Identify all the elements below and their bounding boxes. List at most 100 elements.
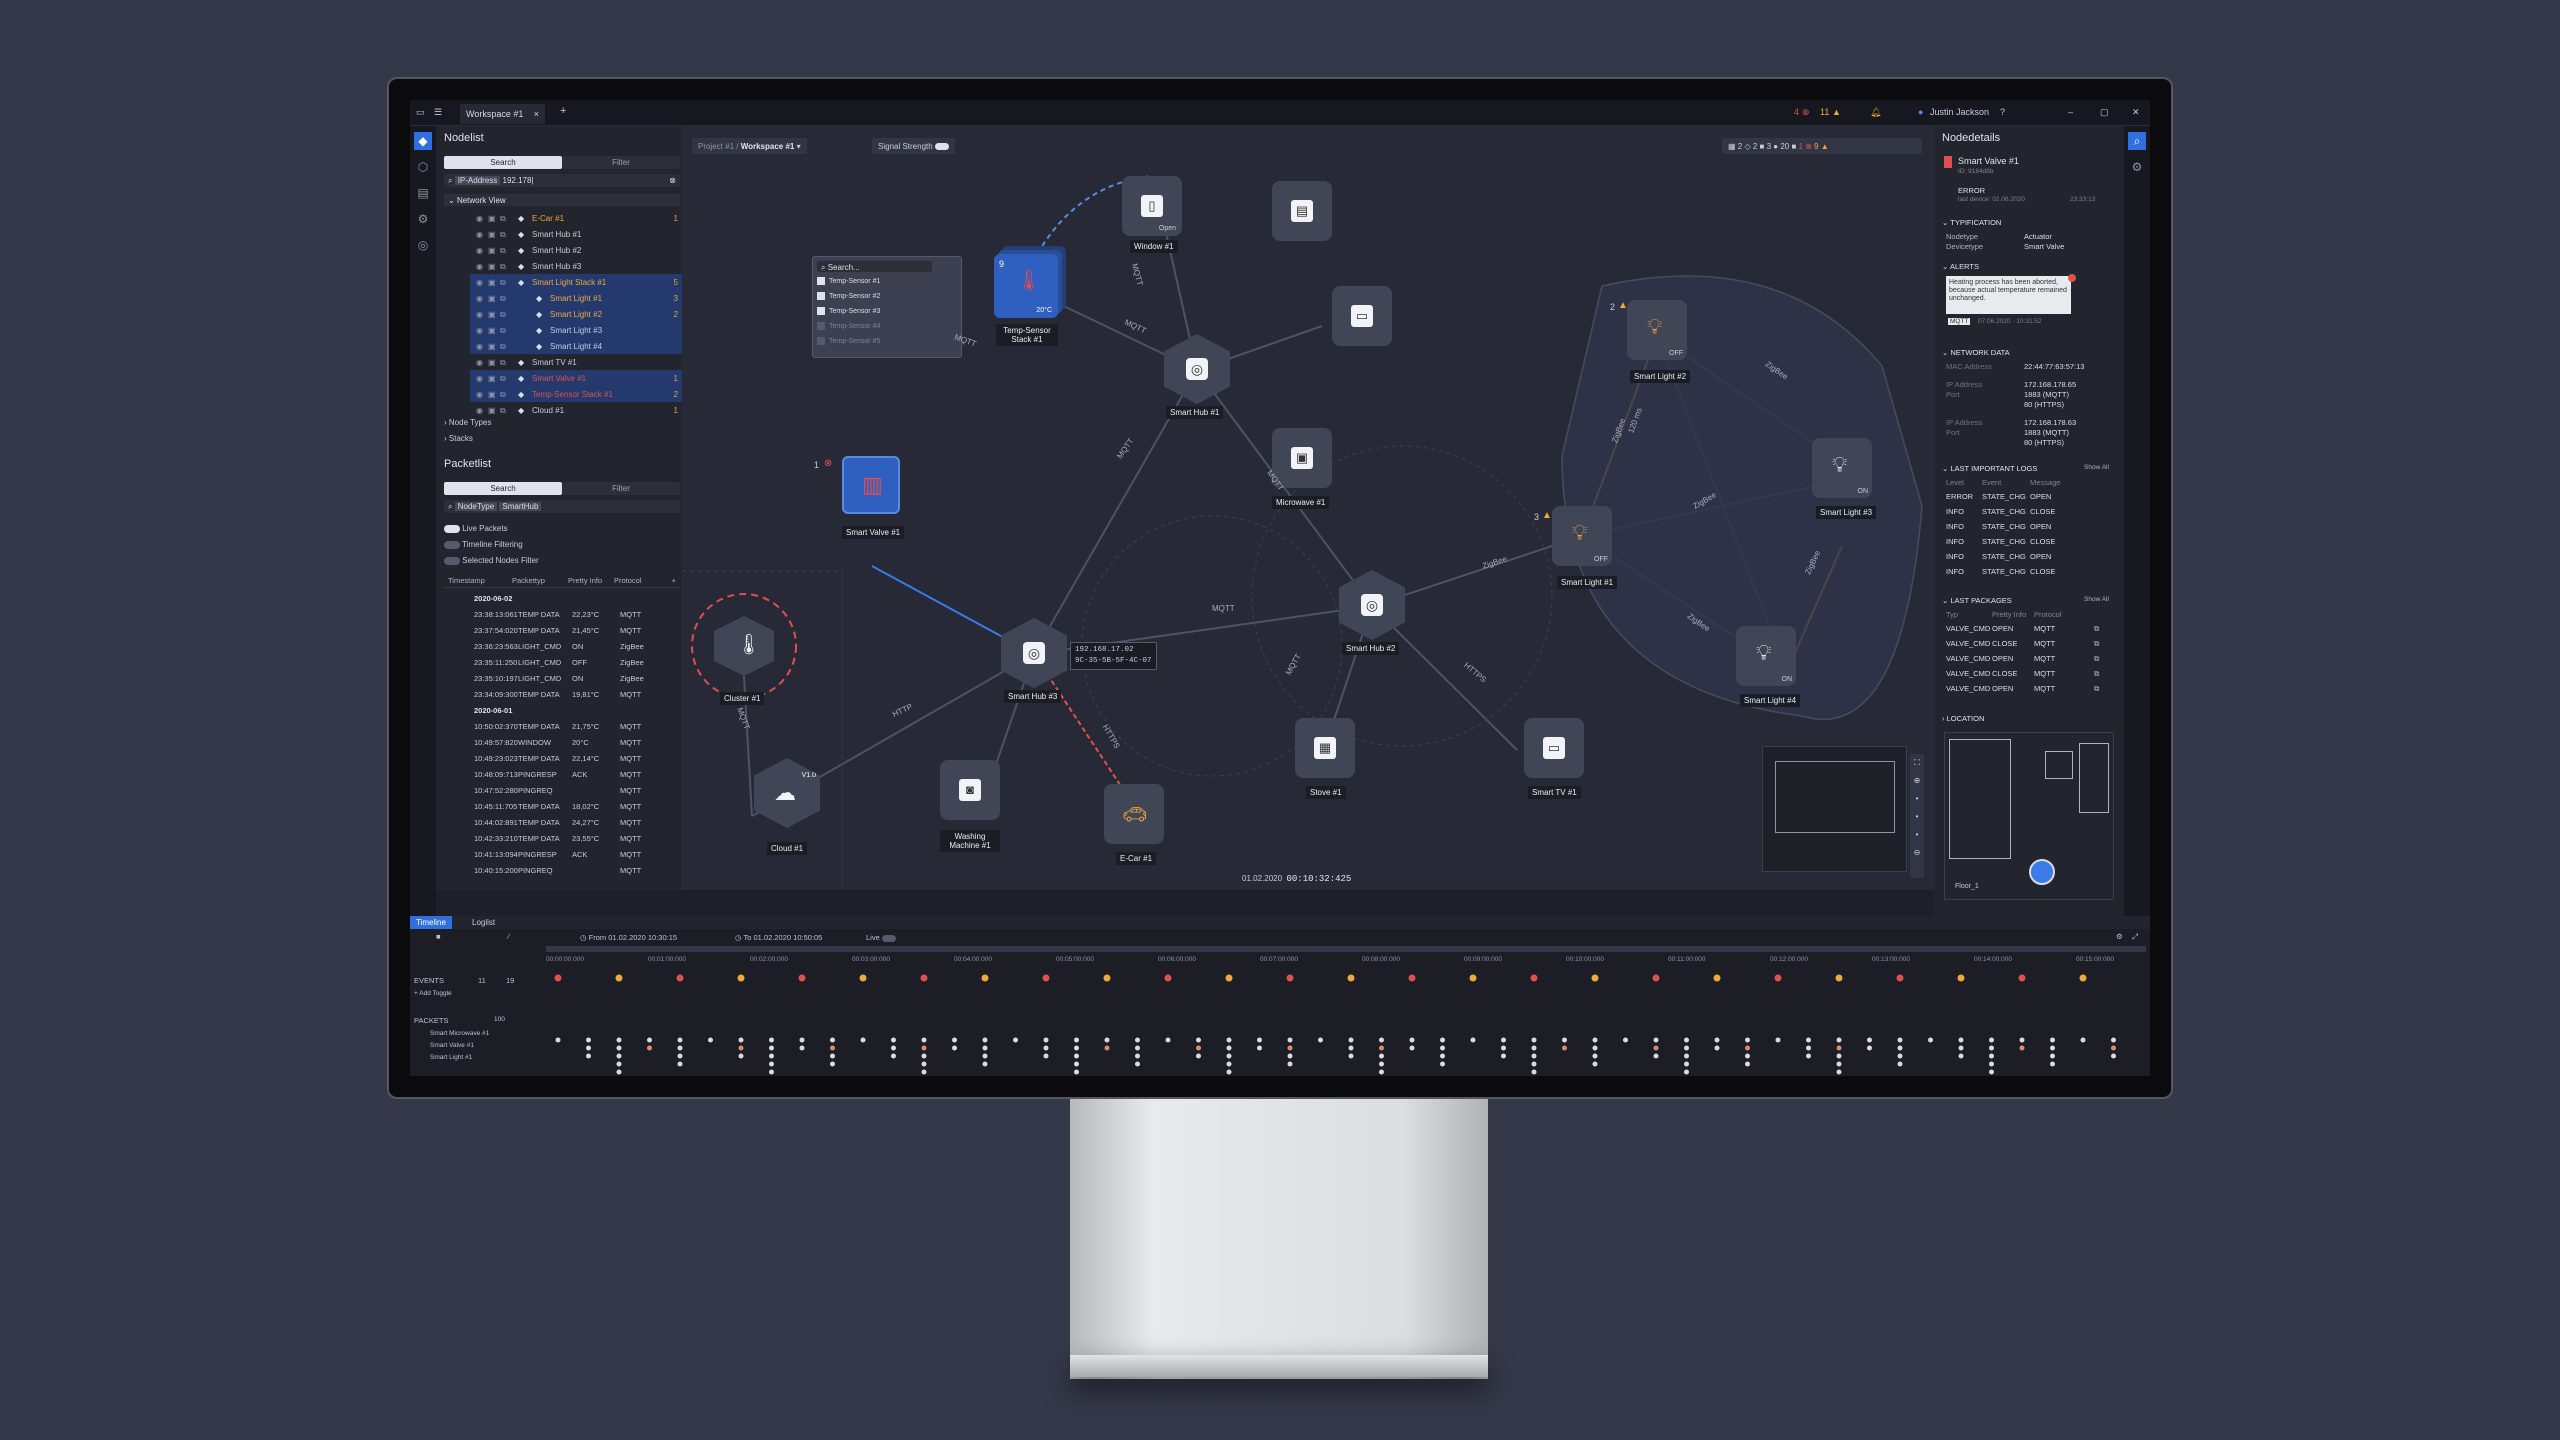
popup-sensor-item[interactable]: Temp-Sensor #5	[817, 337, 935, 350]
event-marker[interactable]	[1835, 974, 1843, 982]
calendar-rail-icon[interactable]: ▤	[414, 184, 432, 202]
packet-marker[interactable]	[1836, 1037, 1842, 1043]
packet-marker[interactable]	[1989, 1069, 1994, 1075]
eye-icon[interactable]: ◉	[476, 326, 483, 335]
packet-marker[interactable]	[1684, 1053, 1689, 1059]
event-marker[interactable]	[554, 974, 562, 982]
link-icon[interactable]: ⧉	[500, 294, 506, 304]
link-icon[interactable]: ⧉	[500, 326, 506, 336]
close-window-button[interactable]: ✕	[2132, 107, 2140, 118]
packet-marker[interactable]	[1653, 1045, 1659, 1051]
packet-row[interactable]: 23:37:54:020TEMP DATA21,45°CMQTT⤧⧉	[470, 622, 706, 638]
packet-marker[interactable]	[952, 1045, 957, 1051]
event-marker[interactable]	[1713, 974, 1721, 982]
packet-marker[interactable]	[921, 1037, 927, 1043]
packet-marker[interactable]	[1928, 1037, 1933, 1043]
event-marker[interactable]	[1774, 974, 1782, 982]
packet-marker[interactable]	[677, 1037, 683, 1043]
packet-row[interactable]: 10:48:09:713PINGRESPACKMQTT⤧⧉	[470, 766, 706, 782]
packet-marker[interactable]	[1897, 1061, 1903, 1067]
log-col-header[interactable]: Level	[1946, 478, 1964, 487]
packet-marker[interactable]	[1501, 1053, 1506, 1059]
event-marker[interactable]	[920, 974, 928, 982]
packet-marker[interactable]	[616, 1037, 622, 1043]
lock-icon[interactable]: ▣	[488, 374, 496, 383]
packet-node-2[interactable]: Smart Valve #1	[430, 1042, 474, 1049]
lock-icon[interactable]: ▣	[488, 358, 496, 367]
alerts-header[interactable]: ⌄ ALERTS	[1942, 262, 1979, 271]
canvas-counts-bar[interactable]: ▦ 2 ◇ 2 ■ 3 ● 20 ■ 1 ⊗ 9 ▲	[1722, 138, 1922, 154]
packet-node-1[interactable]: Smart Microwave #1	[430, 1030, 489, 1037]
packet-marker[interactable]	[1287, 1053, 1293, 1059]
packet-marker[interactable]	[1806, 1045, 1811, 1051]
packet-marker[interactable]	[921, 1069, 927, 1075]
nodelist-row[interactable]: ◉ ▣ ⧉ ◆ Smart Hub #3	[470, 258, 706, 274]
link-icon[interactable]: ⧉	[500, 310, 506, 320]
packet-marker[interactable]	[677, 1053, 683, 1059]
packet-marker[interactable]	[1043, 1053, 1049, 1059]
packet-marker[interactable]	[1836, 1045, 1842, 1051]
packet-marker[interactable]	[1379, 1069, 1384, 1075]
node-smart-light-2[interactable]: 💡︎ OFF	[1627, 300, 1687, 360]
lock-icon[interactable]: ▣	[488, 406, 496, 415]
packet-marker[interactable]	[708, 1037, 713, 1043]
nodelist-row[interactable]: ◉ ▣ ⧉ ◆ Smart Hub #1	[470, 226, 706, 242]
timeline-events-plot[interactable]	[546, 966, 2146, 1076]
maximize-button[interactable]: ▢	[2100, 107, 2109, 118]
packet-marker[interactable]	[1165, 1037, 1171, 1043]
tab-loglist[interactable]: Loglist	[466, 916, 501, 929]
packet-marker[interactable]	[1562, 1037, 1567, 1043]
packet-marker[interactable]	[982, 1053, 988, 1059]
packet-marker[interactable]	[1592, 1061, 1598, 1067]
event-marker[interactable]	[2079, 974, 2087, 982]
lock-icon[interactable]: ▣	[488, 326, 496, 335]
timeline-overview-strip[interactable]	[546, 946, 2146, 952]
eye-icon[interactable]: ◉	[476, 310, 483, 319]
target-rail-icon[interactable]: ◎	[414, 236, 432, 254]
packet-marker[interactable]	[982, 1045, 988, 1051]
settings-rail-icon[interactable]: ⚙	[414, 210, 432, 228]
nodelist-row[interactable]: ◉ ▣ ⧉ ◆ Smart TV #1	[470, 354, 706, 370]
packet-marker[interactable]	[1074, 1037, 1079, 1043]
packet-marker[interactable]	[1836, 1053, 1842, 1059]
packet-marker[interactable]	[2050, 1061, 2055, 1067]
floor-plan[interactable]: Floor_1	[1944, 732, 2114, 900]
packet-marker[interactable]	[1196, 1045, 1201, 1051]
packet-row[interactable]: 10:50:02:370TEMP DATA21,75°CMQTT⤧⧉	[470, 718, 706, 734]
packet-marker[interactable]	[1653, 1037, 1659, 1043]
packet-marker[interactable]	[921, 1045, 927, 1051]
packet-marker[interactable]	[1379, 1061, 1384, 1067]
col-protocol[interactable]: Protocol	[614, 576, 642, 585]
nodetype-search-field[interactable]: ⌕ NodeType SmartHub	[444, 500, 680, 513]
node-smart-valve[interactable]: ▥	[842, 456, 900, 514]
node-smart-tv[interactable]: ▭	[1524, 718, 1584, 778]
packet-marker[interactable]	[1745, 1037, 1750, 1043]
checkbox-icon[interactable]	[817, 337, 825, 345]
nodelist-row[interactable]: ◉ ▣ ⧉ ◆ Smart Hub #2	[470, 242, 706, 258]
node-microwave[interactable]: ▣	[1272, 428, 1332, 488]
packet-marker[interactable]	[2019, 1037, 2025, 1043]
checkbox-icon[interactable]	[817, 292, 825, 300]
packet-marker[interactable]	[1074, 1045, 1079, 1051]
packet-marker[interactable]	[982, 1061, 988, 1067]
packet-marker[interactable]	[891, 1045, 896, 1051]
signal-strength-toggle[interactable]: Signal Strength	[872, 138, 955, 154]
packet-marker[interactable]	[1196, 1037, 1201, 1043]
tab-timeline[interactable]: Timeline	[410, 916, 452, 929]
packet-marker[interactable]	[1348, 1053, 1354, 1059]
packet-marker[interactable]	[830, 1045, 835, 1051]
packet-marker[interactable]	[2050, 1037, 2055, 1043]
tab-workspace[interactable]: Workspace #1 ×	[460, 104, 545, 124]
event-marker[interactable]	[1042, 974, 1050, 982]
link-icon[interactable]: ⧉	[500, 246, 506, 256]
eye-icon[interactable]: ◉	[476, 358, 483, 367]
search-rail-icon[interactable]: ⌕	[2128, 132, 2146, 150]
settings-rail-icon[interactable]: ⚙	[2128, 158, 2146, 176]
packages-header[interactable]: ⌄ LAST PACKAGES	[1942, 596, 2012, 605]
packet-marker[interactable]	[2111, 1045, 2116, 1051]
eye-icon[interactable]: ◉	[476, 294, 483, 303]
packet-marker[interactable]	[1989, 1045, 1994, 1051]
packet-row[interactable]: 10:49:57:820WINDOW20°CMQTT⤧⧉	[470, 734, 706, 750]
packet-marker[interactable]	[616, 1053, 622, 1059]
node-types-header[interactable]: › Node Types	[444, 418, 491, 427]
